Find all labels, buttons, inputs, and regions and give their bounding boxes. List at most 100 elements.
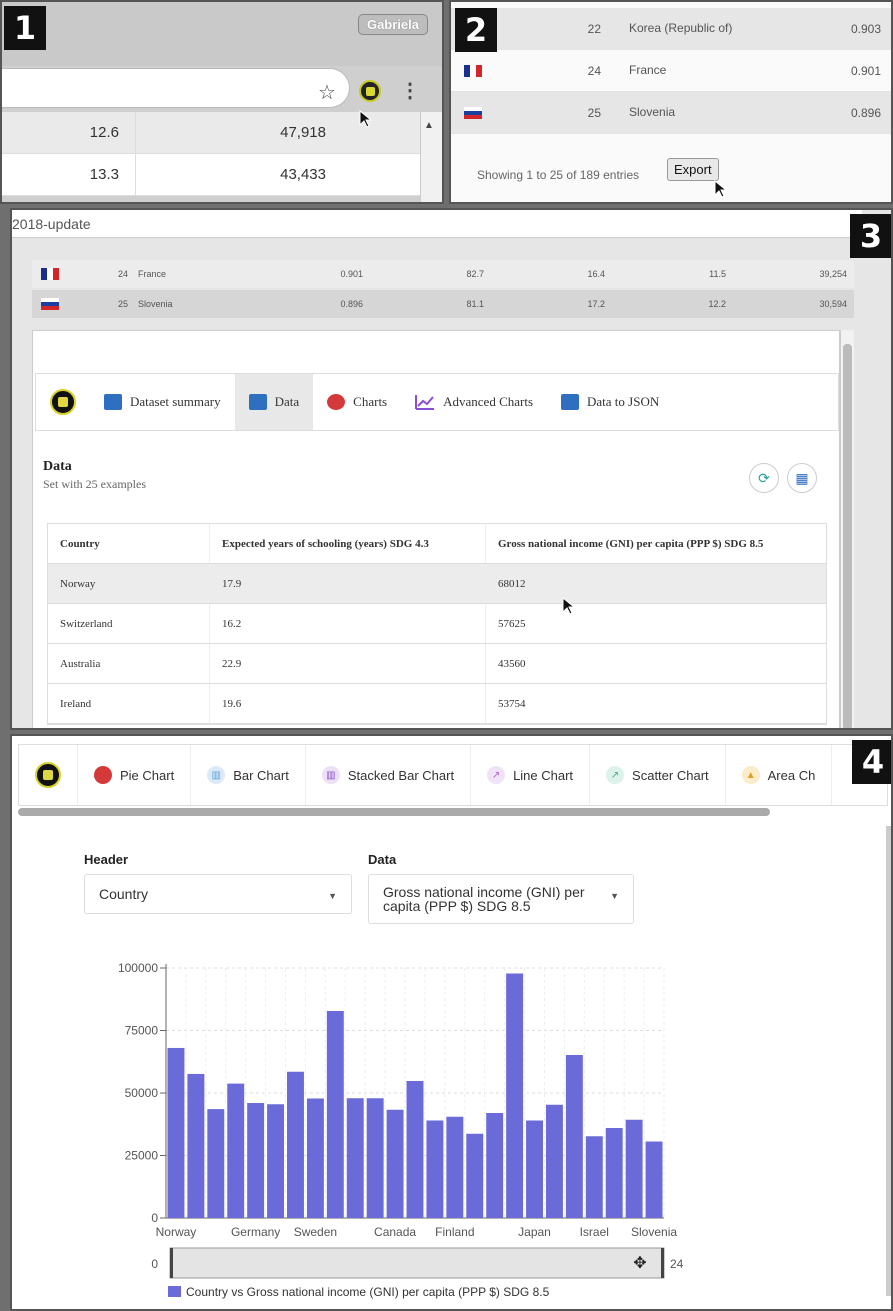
- bar: [306, 1098, 324, 1218]
- table-cell: 22.9: [210, 644, 486, 683]
- table-row: 22 Korea (Republic of) 0.903: [451, 8, 891, 50]
- bar: [526, 1120, 543, 1218]
- table-cell: Switzerland: [48, 604, 210, 643]
- table-cell: 43560: [498, 657, 526, 670]
- rank-cell: 22: [587, 21, 601, 36]
- refresh-button[interactable]: ⟳: [749, 463, 779, 493]
- y-tick-label: 100000: [118, 961, 158, 975]
- table-row[interactable]: Switzerland 16.2 57625: [48, 604, 826, 644]
- tab-advanced-charts[interactable]: Advanced Charts: [401, 374, 547, 430]
- bar: [167, 1047, 185, 1218]
- step-badge: 2: [455, 8, 497, 52]
- table-cell: Australia: [48, 644, 210, 683]
- tab-bar: Dataset summary Data Charts Advanced Cha…: [35, 373, 839, 431]
- table-header-row: Country Expected years of schooling (yea…: [48, 524, 826, 564]
- table-row[interactable]: Australia 22.9 43560: [48, 644, 826, 684]
- x-tick-label: Norway: [156, 1225, 197, 1239]
- scrollbar-thumb[interactable]: [843, 344, 852, 728]
- bar: [287, 1071, 304, 1218]
- bar: [267, 1104, 285, 1218]
- table-cell: 81.1: [466, 299, 484, 309]
- profile-button[interactable]: Gabriela: [357, 14, 428, 35]
- rank-cell: 25: [117, 299, 128, 309]
- table-summary-icon: [104, 394, 122, 410]
- page-scrollbar[interactable]: [886, 826, 891, 1296]
- bar: [346, 1098, 364, 1218]
- table-cell: 82.7: [466, 269, 484, 279]
- bar: [406, 1081, 424, 1218]
- table-cell: 30,594: [819, 299, 847, 309]
- table-cell: 53754: [498, 697, 526, 710]
- export-button[interactable]: Export: [667, 158, 719, 181]
- tab-data-to-json[interactable]: Data to JSON: [547, 374, 673, 430]
- step-badge: 4: [852, 740, 891, 784]
- table-cell: 0.896: [340, 299, 363, 309]
- panel-3-data-view: 2018-update 3 24 France 0.901 82.7 16.4 …: [10, 208, 893, 730]
- table-cell: 12.6: [2, 112, 136, 153]
- tab-label: Data to JSON: [587, 394, 660, 409]
- y-tick-label: 50000: [125, 1086, 159, 1100]
- address-bar[interactable]: [2, 68, 350, 108]
- panel-1-browser-toolbar: 1 Gabriela ☆ ⋮ 12.6 47,918 13.3 43,433 ▲: [0, 0, 444, 204]
- bar: [247, 1103, 265, 1218]
- bar: [386, 1109, 404, 1218]
- tab-data[interactable]: Data: [234, 374, 314, 430]
- table-row: 25 Slovenia 0.896 81.1 17.2 12.2 30,594: [32, 290, 854, 318]
- tab-dataset-summary[interactable]: Dataset summary: [90, 374, 235, 430]
- tab-charts[interactable]: Charts: [313, 374, 401, 430]
- x-tick-label: Finland: [435, 1225, 474, 1239]
- tab-label: Dataset summary: [130, 394, 221, 409]
- y-tick-label: 25000: [125, 1149, 159, 1163]
- hdi-cell: 0.901: [850, 63, 881, 78]
- table-options-button[interactable]: ▦: [787, 463, 817, 493]
- bar: [326, 1011, 344, 1218]
- rank-cell: 25: [587, 105, 601, 120]
- mouse-cursor-icon: [562, 597, 576, 615]
- step-badge: 1: [4, 6, 46, 50]
- slovenia-flag-icon: [41, 298, 59, 310]
- legend-label: Country vs Gross national income (GNI) p…: [186, 1285, 550, 1299]
- menu-kebab-icon[interactable]: ⋮: [400, 78, 420, 103]
- table-cell: 57625: [498, 617, 526, 630]
- column-header[interactable]: Gross national income (GNI) per capita (…: [486, 524, 826, 563]
- step-badge: 3: [850, 214, 891, 258]
- extension-icon[interactable]: [359, 80, 381, 102]
- rank-cell: 24: [117, 269, 128, 279]
- table-row[interactable]: Norway 17.9 68012: [48, 564, 826, 604]
- app-logo-icon: [50, 389, 76, 415]
- table-cell: 13.3: [2, 154, 136, 195]
- table-cell: 16.4: [587, 269, 605, 279]
- panel-4-charts-view: Pie Chart ▥ Bar Chart ▥ Stacked Bar Chart …: [10, 734, 893, 1311]
- table-cell: 39,254: [819, 269, 847, 279]
- range-handle-left: [170, 1248, 173, 1278]
- mouse-cursor-icon: [359, 110, 373, 128]
- data-header: Data Set with 25 examples: [43, 459, 146, 492]
- range-handle-right: [661, 1248, 664, 1278]
- data-table: Country Expected years of schooling (yea…: [47, 523, 827, 725]
- country-cell: France: [629, 63, 667, 77]
- popup-scrollbar[interactable]: [840, 330, 854, 728]
- range-slider: [169, 1247, 665, 1279]
- bookmark-star-icon[interactable]: ☆: [318, 80, 336, 105]
- table-cell: Norway: [48, 564, 210, 603]
- legend-swatch: [168, 1286, 181, 1297]
- flag-cell: [451, 64, 495, 77]
- table-cell: 11.5: [709, 269, 726, 279]
- x-tick-label: Japan: [518, 1225, 551, 1239]
- scroll-up-arrow-icon[interactable]: ▲: [424, 120, 434, 131]
- bar: [366, 1098, 384, 1218]
- table-cell: 17.2: [587, 299, 605, 309]
- range-start-label: 0: [151, 1257, 158, 1271]
- bar: [486, 1113, 504, 1218]
- column-header[interactable]: Expected years of schooling (years) SDG …: [210, 524, 486, 563]
- bar: [187, 1073, 205, 1218]
- tab-label: Charts: [353, 394, 388, 409]
- table-row: 25 Slovenia 0.896: [451, 92, 891, 134]
- country-cell: France: [138, 269, 167, 279]
- country-cell: Korea (Republic of): [629, 21, 733, 35]
- y-tick-label: 75000: [125, 1024, 159, 1038]
- table-row[interactable]: Ireland 19.6 53754: [48, 684, 826, 724]
- y-tick-label: 0: [151, 1211, 158, 1225]
- app-logo[interactable]: [36, 374, 90, 430]
- column-header[interactable]: Country: [48, 524, 210, 563]
